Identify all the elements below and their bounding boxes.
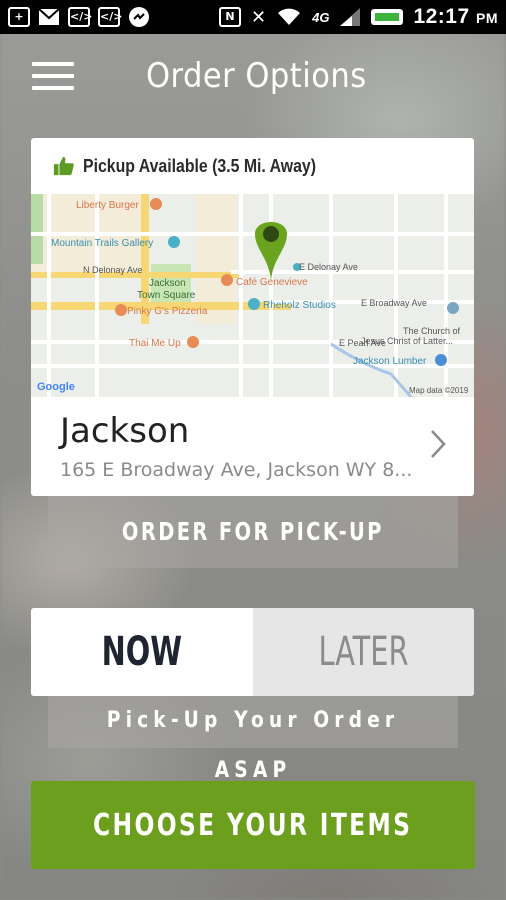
thumbs-up-icon bbox=[53, 156, 74, 176]
choose-items-button[interactable]: CHOOSE YOUR ITEMS bbox=[31, 781, 475, 869]
svg-text:Jesus Christ of Latter...: Jesus Christ of Latter... bbox=[361, 336, 453, 346]
svg-text:Jackson Lumber: Jackson Lumber bbox=[353, 356, 427, 367]
wifi-icon bbox=[278, 8, 301, 25]
timing-toggle: NOW LATER bbox=[31, 608, 474, 696]
store-card: Pickup Available (3.5 Mi. Away) Liberty … bbox=[31, 138, 474, 496]
svg-text:Jackson: Jackson bbox=[149, 278, 186, 289]
store-address: 165 E Broadway Ave, Jackson WY 8... bbox=[60, 459, 413, 481]
status-bar: + </> </> N ✕ 4G 12:17 PM bbox=[0, 0, 506, 34]
pickup-status: Pickup Available (3.5 Mi. Away) bbox=[83, 155, 316, 176]
add-icon: + bbox=[8, 7, 30, 27]
svg-text:Town Square: Town Square bbox=[137, 290, 196, 301]
svg-text:Rheholz Studios: Rheholz Studios bbox=[263, 300, 336, 311]
svg-text:E Broadway Ave: E Broadway Ave bbox=[361, 298, 427, 308]
timing-description: Pick-Up Your Order ASAP bbox=[48, 696, 458, 783]
messenger-icon bbox=[129, 7, 149, 27]
svg-text:Mountain Trails Gallery: Mountain Trails Gallery bbox=[51, 238, 153, 249]
order-type-button[interactable]: ORDER FOR PICK-UP bbox=[48, 496, 458, 568]
nfc-icon: N bbox=[219, 7, 241, 27]
svg-text:E Delonay Ave: E Delonay Ave bbox=[299, 262, 358, 272]
page-title: Order Options bbox=[146, 56, 367, 96]
later-option[interactable]: LATER bbox=[252, 608, 474, 696]
battery-icon bbox=[371, 9, 404, 25]
clock: 12:17 PM bbox=[413, 5, 498, 28]
app-header: Order Options bbox=[0, 34, 506, 122]
svg-text:N Delonay Ave: N Delonay Ave bbox=[83, 265, 142, 275]
svg-text:The Church of: The Church of bbox=[403, 326, 461, 336]
now-option[interactable]: NOW bbox=[31, 608, 253, 696]
chevron-right-icon bbox=[431, 430, 446, 458]
mute-icon: ✕ bbox=[251, 6, 267, 28]
store-name: Jackson bbox=[60, 411, 190, 451]
svg-text:Thai Me Up: Thai Me Up bbox=[129, 338, 181, 349]
gmail-icon bbox=[38, 8, 60, 25]
svg-text:Map data ©2019: Map data ©2019 bbox=[409, 386, 469, 395]
code-icon: </> bbox=[98, 7, 122, 27]
svg-text:Google: Google bbox=[37, 381, 75, 393]
hamburger-menu-icon[interactable] bbox=[32, 62, 74, 92]
pickup-availability: Pickup Available (3.5 Mi. Away) bbox=[31, 138, 474, 194]
store-map[interactable]: Liberty Burger Café Genevieve Pinky G's … bbox=[31, 194, 474, 397]
store-location-row[interactable]: Jackson 165 E Broadway Ave, Jackson WY 8… bbox=[31, 397, 474, 496]
svg-text:Liberty Burger: Liberty Burger bbox=[76, 200, 139, 211]
svg-text:Pinky G's Pizzeria: Pinky G's Pizzeria bbox=[127, 306, 208, 317]
svg-text:Café Genevieve: Café Genevieve bbox=[236, 277, 308, 288]
lte-icon: 4G bbox=[312, 9, 330, 25]
code-icon: </> bbox=[68, 7, 92, 27]
signal-icon bbox=[340, 8, 361, 26]
